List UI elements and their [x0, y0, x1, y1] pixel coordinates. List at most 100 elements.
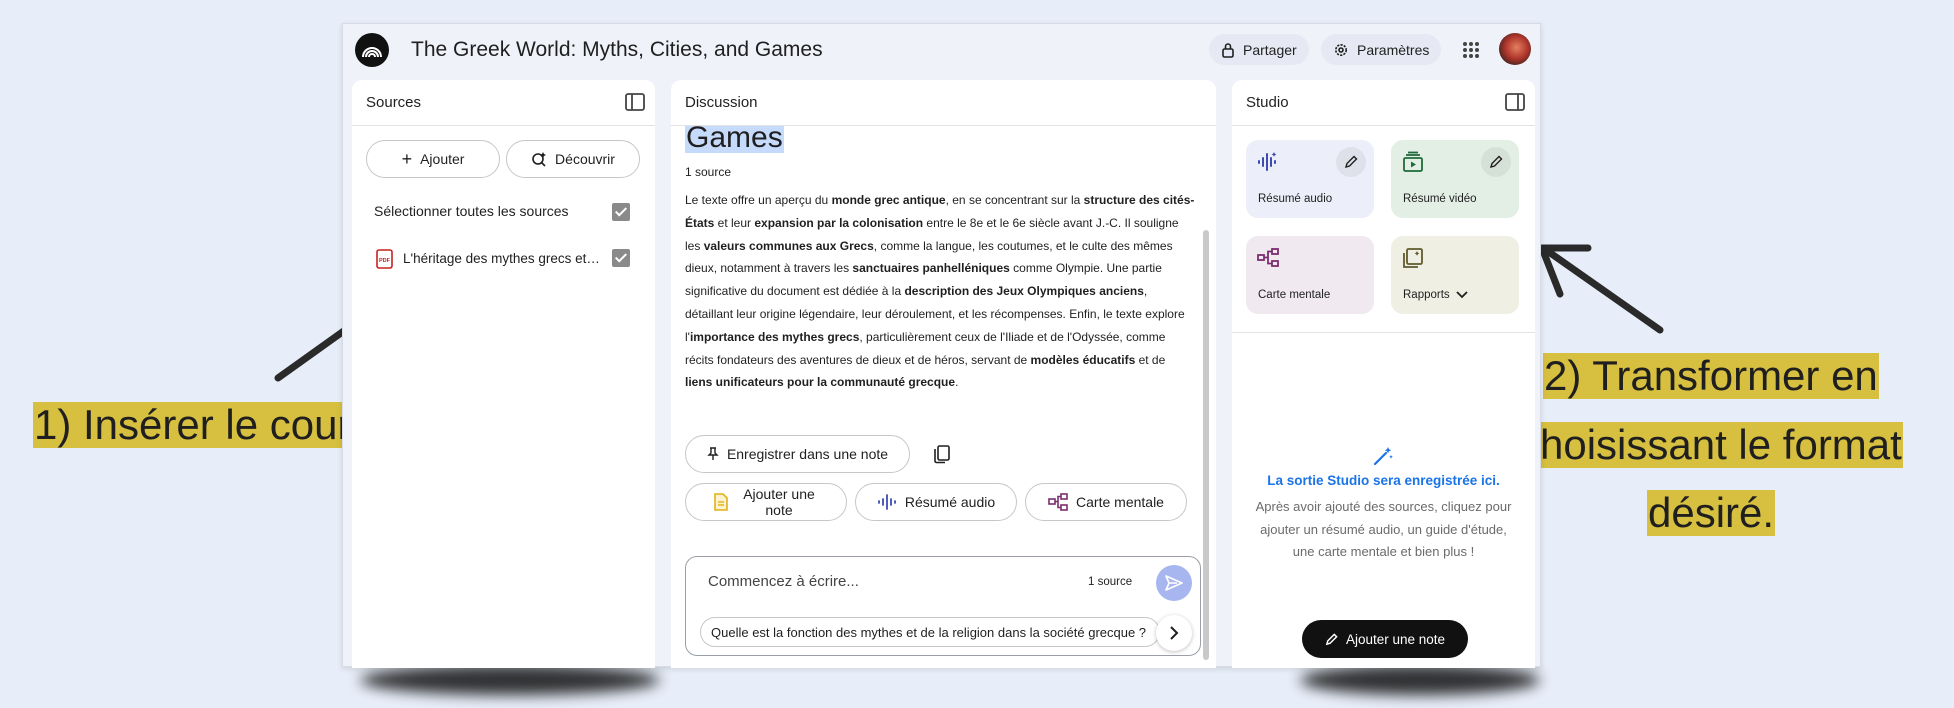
plus-icon: +	[401, 149, 413, 169]
settings-button[interactable]: Paramètres	[1321, 34, 1442, 65]
copy-icon[interactable]	[933, 444, 951, 464]
arrow-step2-icon	[1538, 244, 1664, 334]
chat-composer[interactable]: Commencez à écrire... 1 source Quelle es…	[685, 556, 1201, 656]
summary-bold-text: sanctuaires panhelléniques	[852, 261, 1010, 276]
shadow-right	[1300, 665, 1540, 695]
composer-source-count: 1 source	[1088, 576, 1133, 588]
discussion-header: Discussion	[671, 80, 1216, 126]
tile-reports[interactable]: Rapports	[1391, 236, 1519, 314]
notebook-title[interactable]: The Greek World: Myths, Cities, and Game…	[411, 38, 823, 62]
sources-panel: Sources + Ajouter Découvrir Sélectionner…	[352, 80, 655, 668]
mind-map-button[interactable]: Carte mentale	[1025, 483, 1187, 521]
tile-video-summary[interactable]: Résumé vidéo	[1391, 140, 1519, 218]
tile-mind-map-label: Carte mentale	[1258, 289, 1331, 301]
lock-icon	[1222, 42, 1234, 58]
discussion-title: Discussion	[685, 94, 758, 111]
svg-text:PDF: PDF	[379, 258, 391, 264]
suggested-question[interactable]: Quelle est la fonction des mythes et de …	[700, 617, 1160, 647]
save-note-label: Enregistrer dans une note	[726, 446, 889, 462]
summary-heading: Games	[685, 126, 784, 153]
audio-wave-icon	[877, 494, 896, 510]
summary-bold-text: importance des mythes grecs	[689, 329, 860, 344]
tile-audio-summary[interactable]: Résumé audio	[1246, 140, 1374, 218]
source-item-checkbox[interactable]	[612, 249, 630, 267]
add-source-button[interactable]: + Ajouter	[366, 140, 500, 178]
tile-mind-map[interactable]: Carte mentale	[1246, 236, 1374, 314]
save-note-button[interactable]: Enregistrer dans une note	[685, 435, 910, 473]
note-icon	[714, 493, 728, 511]
annotation-step2-line2: choisissant le format	[1518, 421, 1903, 468]
pdf-icon: PDF	[376, 249, 393, 269]
summary-text-run: , en se concentrant sur la	[945, 193, 1084, 207]
avatar[interactable]	[1499, 33, 1531, 65]
annotation-step2-line1: 2) Transformer en	[1543, 352, 1879, 399]
summary-text: Le texte offre un aperçu du monde grec a…	[685, 189, 1195, 394]
summary-bold-text: monde grec antique	[831, 193, 946, 207]
chat-messages[interactable]: Games 1 source Le texte offre un aperçu …	[685, 126, 1195, 536]
tile-reports-label: Rapports	[1403, 289, 1468, 301]
notebook-logo-icon[interactable]	[355, 33, 389, 67]
studio-add-note-button[interactable]: Ajouter une note	[1302, 620, 1468, 658]
edit-audio-summary-button[interactable]	[1336, 147, 1366, 177]
shadow-left	[360, 665, 660, 695]
summary-text-run: .	[955, 375, 959, 390]
tile-video-summary-label: Résumé vidéo	[1403, 193, 1477, 205]
pencil-icon	[1344, 155, 1358, 169]
edit-video-summary-button[interactable]	[1481, 147, 1511, 177]
settings-label: Paramètres	[1357, 41, 1430, 58]
discussion-panel: Discussion Games 1 source Le texte offre…	[671, 80, 1216, 668]
share-button[interactable]: Partager	[1209, 34, 1309, 65]
summary-bold-text: valeurs communes aux Grecs	[703, 238, 874, 253]
studio-panel: Studio Résumé audio Résumé vidéo Carte m…	[1232, 80, 1535, 668]
select-all-checkbox[interactable]	[612, 203, 630, 221]
summary-text-run: et de	[1135, 352, 1166, 367]
discover-icon	[532, 152, 547, 167]
sources-header: Sources	[352, 80, 655, 126]
chat-input[interactable]: Commencez à écrire...	[708, 573, 859, 590]
next-suggestion-button[interactable]	[1156, 615, 1192, 651]
source-item-label: L'héritage des mythes grecs et…	[403, 251, 600, 266]
mind-map-icon	[1048, 493, 1068, 511]
pin-icon	[707, 447, 719, 460]
studio-title: Studio	[1246, 94, 1289, 111]
studio-add-note-label: Ajouter une note	[1345, 631, 1446, 647]
discover-button[interactable]: Découvrir	[506, 140, 640, 178]
source-item[interactable]: PDF L'héritage des mythes grecs et…	[366, 246, 646, 274]
mind-map-label: Carte mentale	[1076, 494, 1164, 510]
collapse-panel-icon[interactable]	[625, 93, 645, 111]
audio-wave-icon	[1258, 152, 1277, 171]
reports-label: Rapports	[1403, 289, 1450, 301]
summary-bold-text: modèles éducatifs	[1030, 352, 1136, 367]
add-note-label: Ajouter une note	[743, 486, 815, 518]
summary-source-count: 1 source	[685, 165, 732, 179]
summary-bold-text: expansion par la colonisation	[754, 215, 924, 230]
summary-bold-text: description des Jeux Olympiques anciens	[904, 284, 1144, 299]
audio-summary-label: Résumé audio	[904, 494, 996, 510]
add-source-label: Ajouter	[420, 151, 465, 167]
audio-summary-button[interactable]: Résumé audio	[855, 483, 1017, 521]
mind-map-icon	[1257, 248, 1279, 267]
gear-icon	[1335, 43, 1347, 56]
send-button[interactable]	[1156, 565, 1192, 601]
send-icon	[1165, 575, 1183, 591]
studio-divider	[1232, 332, 1535, 333]
chevron-down-icon	[1456, 291, 1468, 299]
top-bar: The Greek World: Myths, Cities, and Game…	[343, 24, 1540, 79]
chat-scrollbar[interactable]	[1203, 230, 1209, 660]
collapse-panel-icon[interactable]	[1505, 93, 1525, 111]
summary-text-run: Le texte offre un aperçu du	[685, 193, 832, 207]
share-label: Partager	[1243, 41, 1297, 58]
summary-bold-text: liens unificateurs pour la communauté gr…	[685, 375, 956, 390]
select-all-label: Sélectionner toutes les sources	[374, 203, 569, 219]
studio-empty-text: Après avoir ajouté des sources, cliquez …	[1255, 499, 1512, 559]
add-note-button[interactable]: Ajouter une note	[685, 483, 847, 521]
annotation-step1: 1) Insérer le cours	[33, 401, 374, 448]
apps-grid-icon[interactable]	[1461, 40, 1481, 60]
app-window: The Greek World: Myths, Cities, and Game…	[342, 23, 1541, 668]
magic-wand-icon	[1373, 447, 1393, 466]
reports-icon	[1403, 248, 1423, 268]
tile-audio-summary-label: Résumé audio	[1258, 193, 1333, 205]
studio-empty-title: La sortie Studio sera enregistrée ici.	[1267, 473, 1500, 488]
annotation-step2-line3: désiré.	[1647, 489, 1776, 536]
pencil-icon	[1325, 632, 1338, 645]
